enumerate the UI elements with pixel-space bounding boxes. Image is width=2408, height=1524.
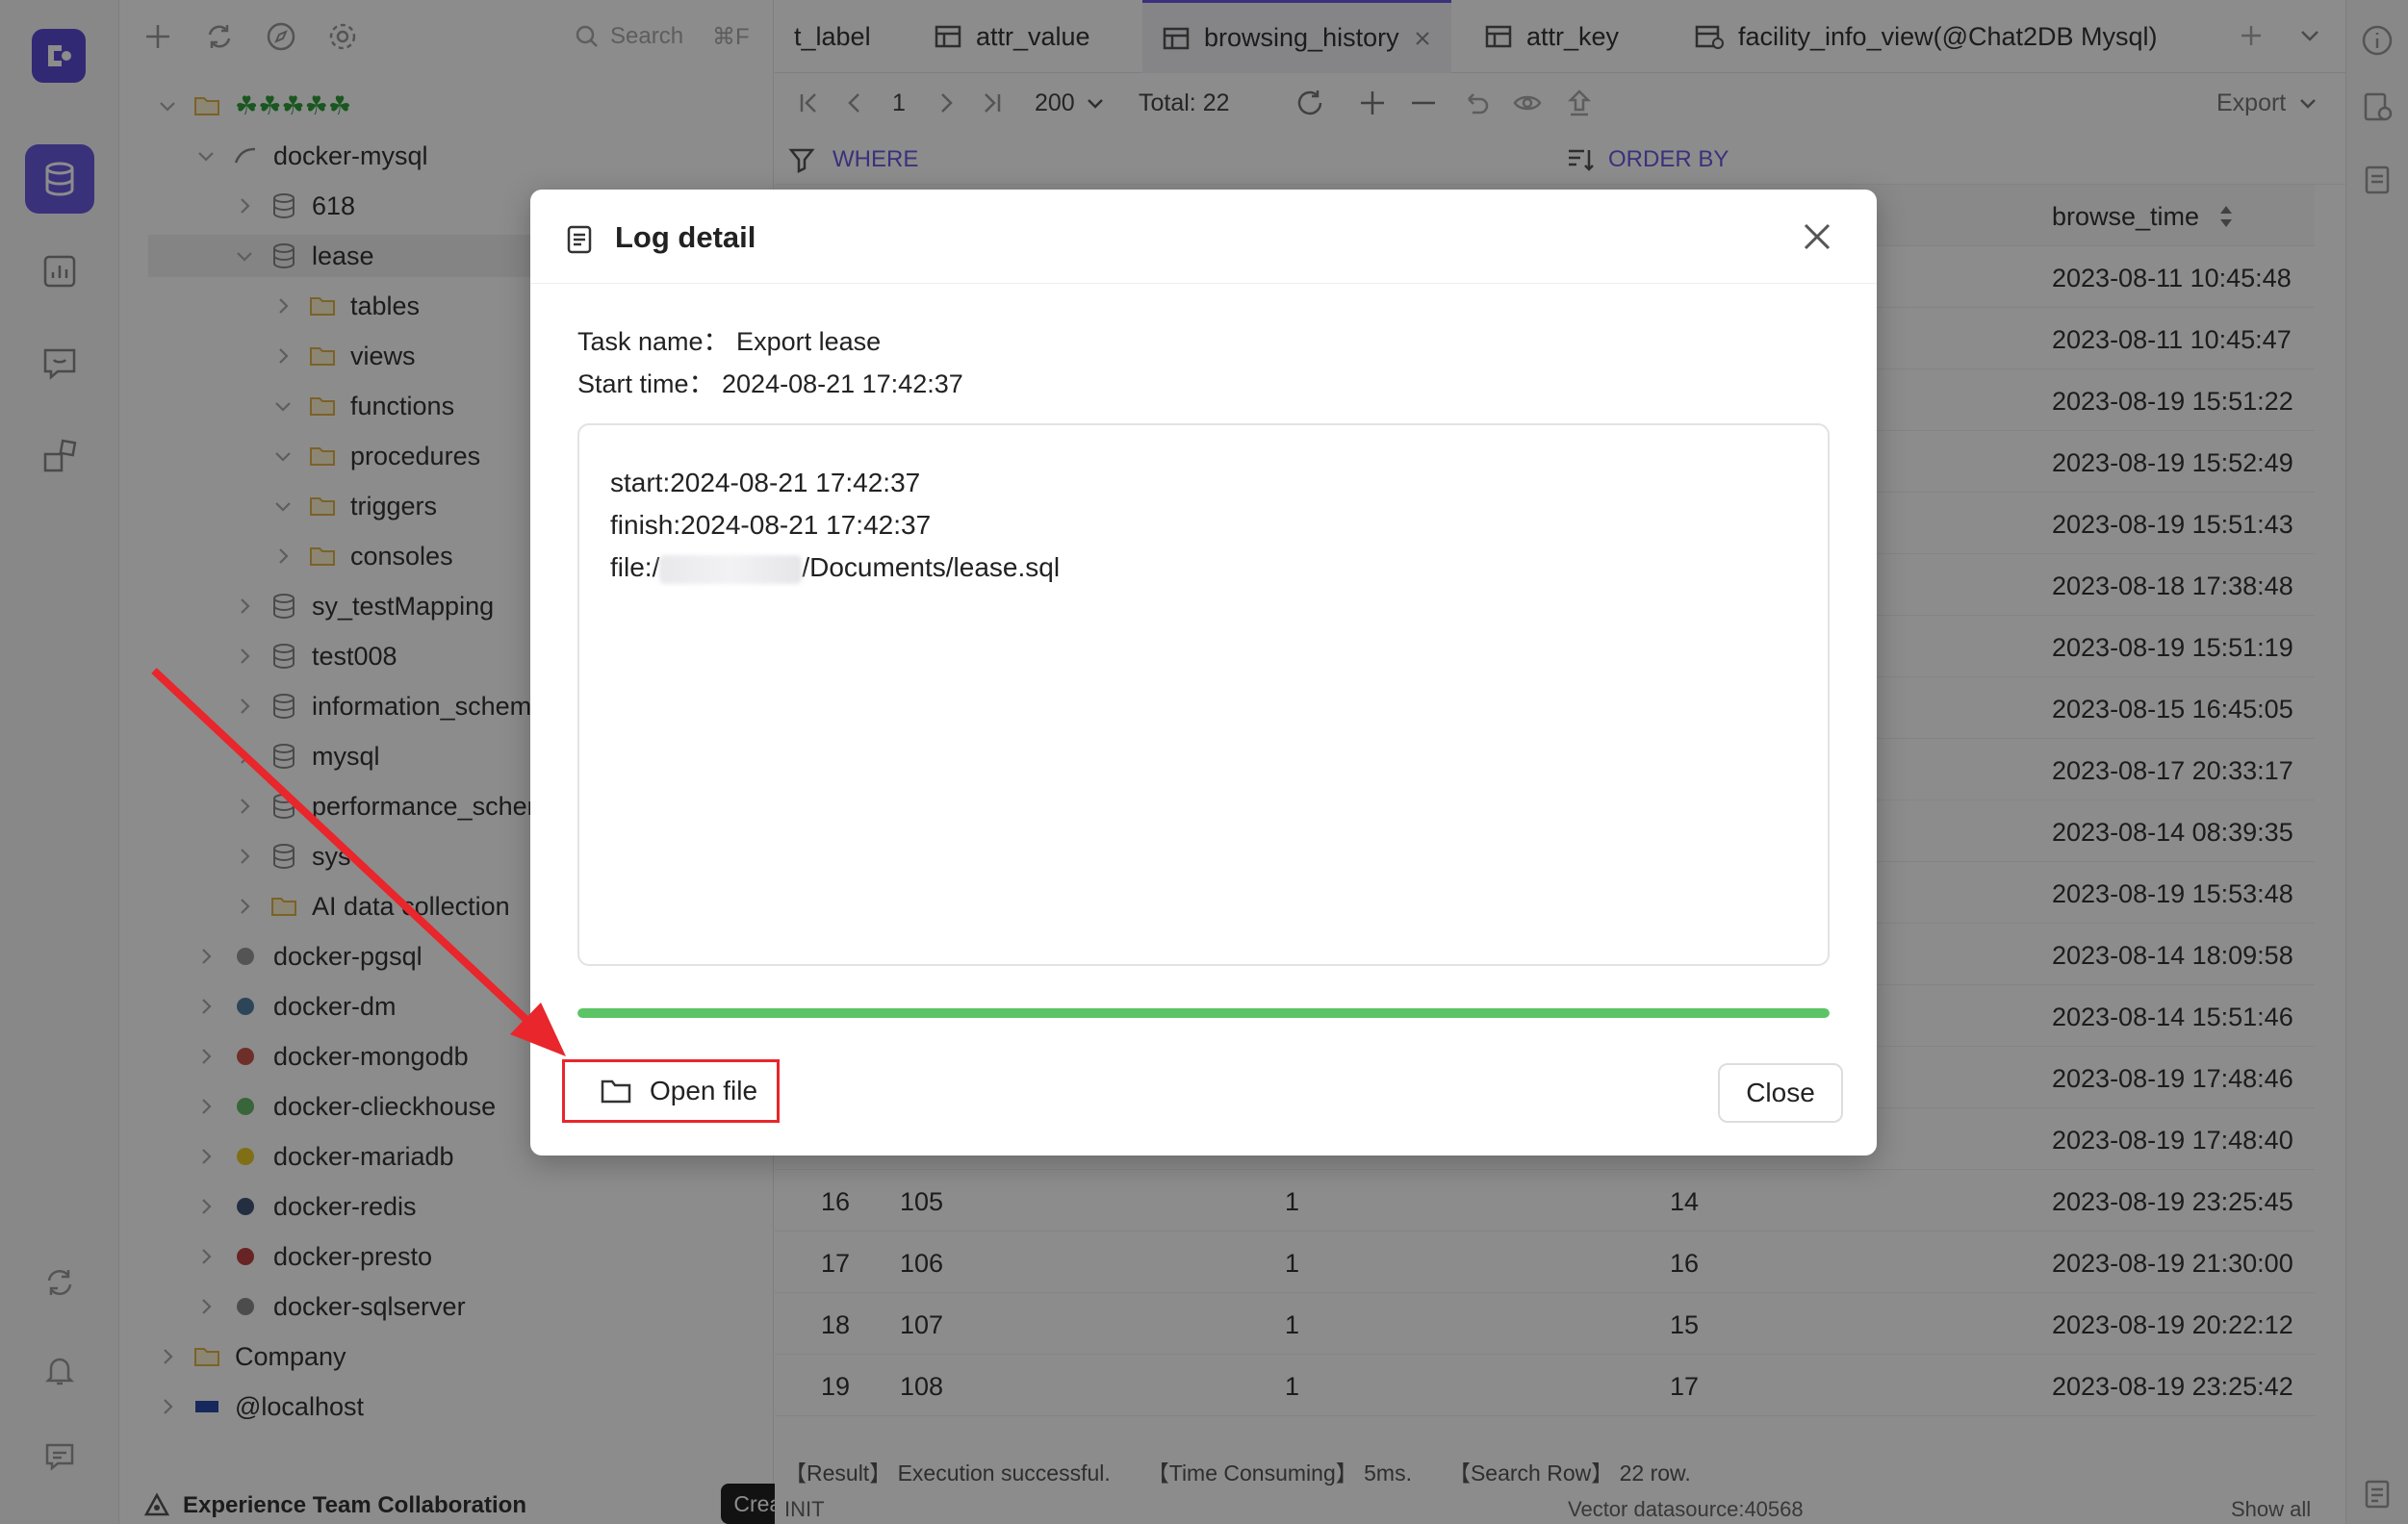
close-button[interactable]: Close: [1718, 1063, 1843, 1123]
log-line-start: start:2024-08-21 17:42:37: [610, 468, 921, 497]
progress-fill: [577, 1008, 1830, 1018]
document-icon: [564, 224, 595, 255]
log-file-suffix: /Documents/lease.sql: [802, 552, 1061, 582]
dialog-header: Log detail: [530, 190, 1877, 284]
close-icon[interactable]: [1799, 218, 1835, 255]
redacted-path: [659, 554, 803, 584]
log-detail-dialog: Log detail Task name： Export lease Start…: [530, 190, 1877, 1156]
open-file-label: Open file: [650, 1076, 758, 1105]
log-line-file: file:/ /Documents/lease.sql: [610, 546, 1797, 589]
start-time: Start time： 2024-08-21 17:42:37: [577, 369, 963, 398]
log-file-prefix: file:/: [610, 552, 660, 582]
export-progress-bar: [577, 1008, 1830, 1018]
dialog-title: Log detail: [615, 220, 756, 254]
open-file-button[interactable]: Open file: [562, 1059, 780, 1123]
task-name: Task name： Export lease: [577, 327, 882, 356]
log-output: start:2024-08-21 17:42:37 finish:2024-08…: [577, 423, 1830, 966]
log-line-finish: finish:2024-08-21 17:42:37: [610, 510, 932, 540]
folder-icon: [600, 1077, 632, 1105]
